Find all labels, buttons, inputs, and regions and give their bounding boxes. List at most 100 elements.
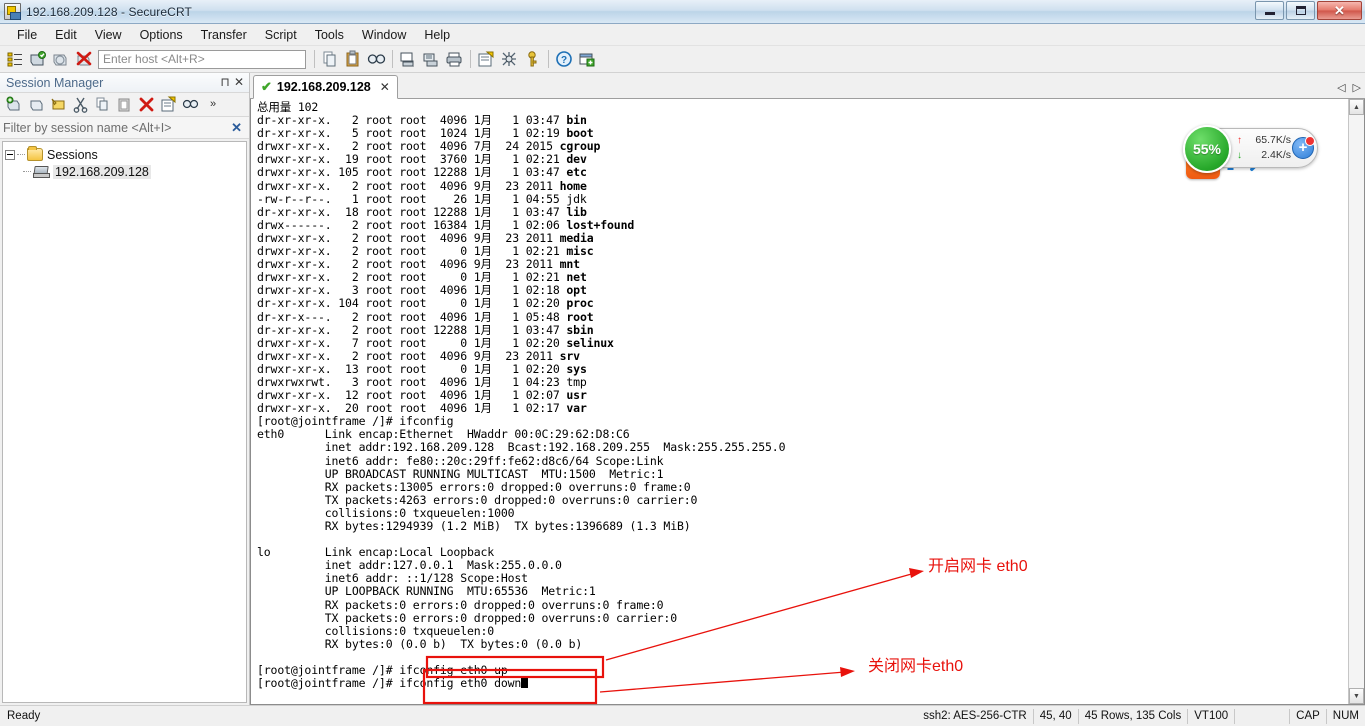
terminal-output[interactable]: 总用量 102 dr-xr-xr-x. 2 root root 4096 1月 1… [251, 99, 1348, 704]
session-manager-icon[interactable] [5, 49, 26, 70]
close-button[interactable]: ✕ [1317, 1, 1362, 20]
session-options-icon[interactable] [476, 49, 497, 70]
cut-icon[interactable] [71, 95, 91, 114]
menu-view[interactable]: View [86, 26, 131, 44]
key-icon[interactable] [522, 49, 543, 70]
terminal-cursor [521, 677, 529, 689]
print-screen-icon[interactable] [398, 49, 419, 70]
pin-icon[interactable]: ⊓ [218, 75, 232, 90]
tab-scroll-right-icon[interactable]: ▷ [1353, 81, 1361, 94]
menu-tools[interactable]: Tools [306, 26, 353, 44]
tree-expander-icon[interactable] [5, 149, 15, 160]
close-panel-icon[interactable]: ✕ [232, 75, 246, 90]
menu-window[interactable]: Window [353, 26, 415, 44]
scroll-down-button[interactable]: ▼ [1349, 688, 1364, 704]
tab-close-icon[interactable]: ✕ [380, 80, 390, 94]
disconnect-icon[interactable] [74, 49, 95, 70]
terminal-filename: sbin [566, 322, 594, 337]
overflow-icon[interactable]: » [203, 95, 223, 114]
minimize-button[interactable] [1255, 1, 1284, 20]
tree-label-sessions: Sessions [47, 147, 98, 162]
find-icon[interactable] [181, 95, 201, 114]
clear-filter-icon[interactable]: ✕ [228, 120, 245, 136]
session-tree[interactable]: Sessions 192.168.209.128 [2, 141, 247, 703]
session-manager-header: Session Manager ⊓ ✕ [0, 73, 249, 93]
terminal-line-text: eth0 Link encap:Ethernet HWaddr 00:0C:29… [257, 427, 630, 442]
toolbar-separator [470, 50, 471, 68]
status-emulation: VT100 [1194, 710, 1229, 722]
tree-dots [23, 171, 31, 172]
scroll-up-button[interactable]: ▲ [1349, 99, 1364, 115]
delete-icon[interactable] [137, 95, 157, 114]
status-cap: CAP [1296, 710, 1320, 722]
terminal-filename: root [566, 309, 594, 324]
tab-scroll-left-icon[interactable]: ◁ [1337, 81, 1345, 94]
paste-icon[interactable] [115, 95, 135, 114]
new-folder-icon[interactable] [27, 95, 47, 114]
minimize-icon [1264, 12, 1275, 15]
terminal-line-text: dr-xr-xr-x. 18 root root 12288 1月 1 03:4… [257, 204, 567, 219]
help-icon[interactable]: ? [554, 49, 575, 70]
terminal-line-text: lo Link encap:Local Loopback [257, 545, 495, 560]
terminal-line-text: drwx------. 2 root root 16384 1月 1 02:06 [257, 217, 567, 232]
terminal-line: RX bytes:0 (0.0 b) TX bytes:0 (0.0 b) [257, 637, 1348, 651]
upload-arrow-icon: ↑ [1237, 135, 1242, 146]
terminal-filename: lib [566, 204, 587, 219]
tree-node-session[interactable]: 192.168.209.128 [5, 163, 244, 180]
terminal-line-text: drwxr-xr-x. 20 root root 4096 1月 1 02:17 [257, 401, 567, 416]
connect-session-icon[interactable] [49, 95, 69, 114]
connect-icon[interactable] [28, 49, 49, 70]
copy-icon[interactable] [320, 49, 341, 70]
terminal-scrollbar[interactable]: ▲ ▼ [1348, 99, 1364, 704]
new-window-icon[interactable] [577, 49, 598, 70]
status-num: NUM [1332, 710, 1359, 722]
tab-192-168-209-128[interactable]: ✔ 192.168.209.128 ✕ [253, 75, 398, 99]
network-speed-widget[interactable]: 55% ↑ 65.7K/s ↓ 2.4K/s + [1183, 125, 1318, 173]
cpu-usage-gauge: 55% [1183, 125, 1231, 173]
terminal-line-text: inet addr:192.168.209.128 Bcast:192.168.… [257, 440, 786, 455]
terminal-line-text: RX packets:0 errors:0 dropped:0 overruns… [257, 597, 664, 612]
menu-script[interactable]: Script [256, 26, 306, 44]
copy-icon[interactable] [93, 95, 113, 114]
connect-sftp-icon[interactable] [51, 49, 72, 70]
terminal-filename: opt [566, 283, 587, 298]
session-filter[interactable]: Filter by session name <Alt+I> ✕ [0, 117, 249, 139]
tree-node-sessions[interactable]: Sessions [5, 146, 244, 163]
menu-edit[interactable]: Edit [46, 26, 86, 44]
find-icon[interactable] [366, 49, 387, 70]
scroll-track[interactable] [1349, 115, 1364, 688]
securecrt-icon [4, 3, 21, 20]
properties-icon[interactable] [159, 95, 179, 114]
terminal-line-text: TX packets:0 errors:0 dropped:0 overruns… [257, 610, 677, 625]
terminal-line-text: 总用量 102 [257, 100, 319, 114]
terminal-line-text: drwxr-xr-x. 12 root root 4096 1月 1 02:07 [257, 388, 567, 403]
terminal-line-text: dr-xr-xr-x. 2 root root 12288 1月 1 03:47 [257, 322, 567, 337]
widget-expand-button[interactable]: + [1292, 136, 1315, 159]
terminal-line-text: drwxr-xr-x. 2 root root 0 1月 1 02:21 [257, 270, 567, 285]
log-session-icon[interactable] [421, 49, 442, 70]
host-input[interactable]: Enter host <Alt+R> [98, 49, 306, 69]
terminal-line-text: UP BROADCAST RUNNING MULTICAST MTU:1500 … [257, 466, 664, 481]
menu-options[interactable]: Options [131, 26, 192, 44]
print-icon[interactable] [444, 49, 465, 70]
terminal-line-text: -rw-r--r--. 1 root root 26 1月 1 04:55 jd… [257, 191, 587, 206]
menu-file[interactable]: File [8, 26, 46, 44]
toolbar-separator [392, 50, 393, 68]
terminal-line-text [257, 532, 264, 546]
terminal-line-text: drwxr-xr-x. 2 root root 4096 9月 23 2011 [257, 230, 560, 245]
global-options-icon[interactable] [499, 49, 520, 70]
terminal-line-text: drwxr-xr-x. 19 root root 3760 1月 1 02:21 [257, 152, 567, 167]
menu-help[interactable]: Help [415, 26, 459, 44]
tree-dots [17, 154, 25, 155]
session-filter-input[interactable]: Filter by session name <Alt+I> [3, 121, 228, 135]
maximize-button[interactable] [1286, 1, 1315, 20]
folder-icon [27, 146, 43, 161]
terminal-filename: boot [566, 126, 594, 141]
terminal-line-text: dr-xr-xr-x. 104 root root 0 1月 1 02:20 [257, 296, 567, 311]
status-cursor-position: 45, 40 [1039, 710, 1072, 722]
menu-transfer[interactable]: Transfer [192, 26, 256, 44]
paste-icon[interactable] [343, 49, 364, 70]
terminal-line: RX bytes:1294939 (1.2 MiB) TX bytes:1396… [257, 519, 1348, 533]
toolbar-separator [548, 50, 549, 68]
new-session-icon[interactable] [5, 95, 25, 114]
